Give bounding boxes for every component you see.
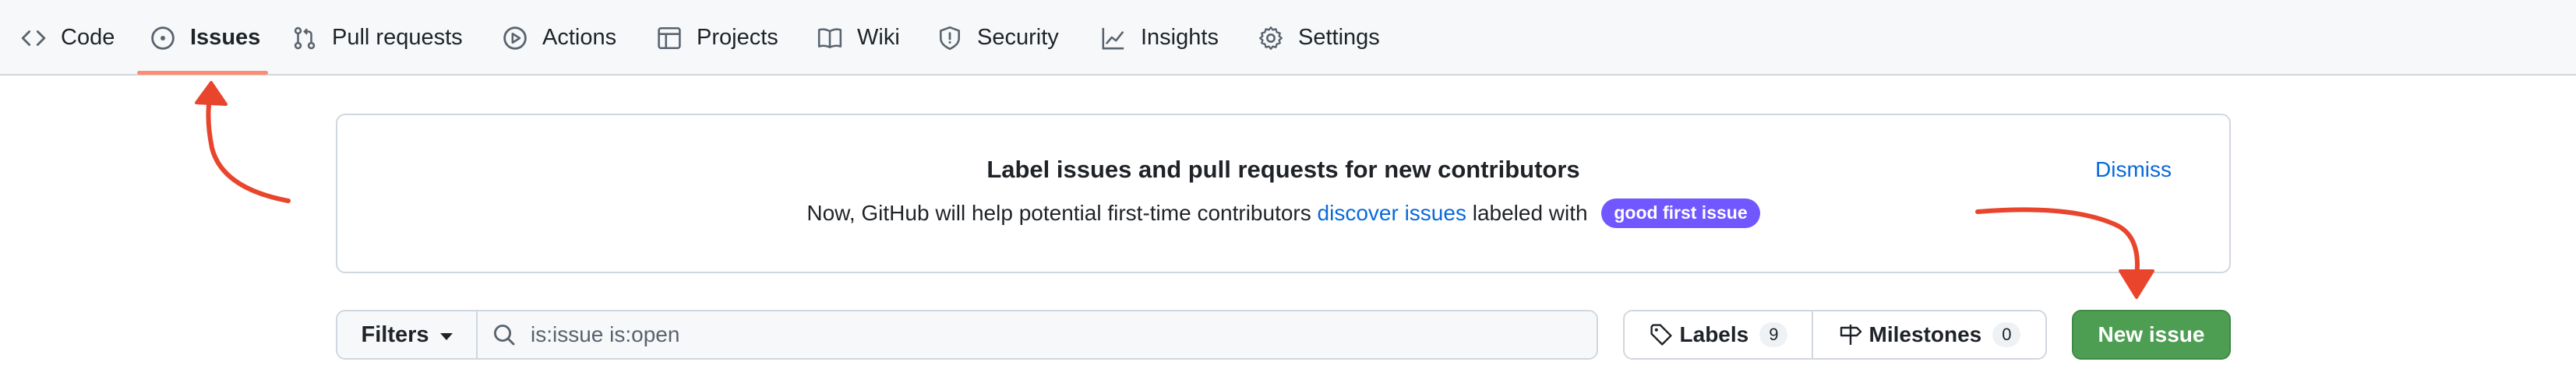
- tab-code-label: Code: [61, 25, 115, 50]
- filters-dropdown-button[interactable]: Filters: [337, 311, 478, 358]
- tab-settings-label: Settings: [1298, 25, 1380, 50]
- discover-issues-link[interactable]: discover issues: [1318, 201, 1466, 226]
- tab-wiki[interactable]: Wiki: [817, 0, 900, 76]
- search-container: [478, 311, 1597, 358]
- milestone-icon: [1840, 325, 1861, 345]
- github-repo-issues-page: Code Issues Pull requests Actions Projec…: [0, 0, 2576, 383]
- issue-opened-icon: [150, 25, 176, 51]
- labels-count-badge: 9: [1759, 322, 1788, 347]
- issue-filter-bar: Filters: [336, 310, 1598, 360]
- tab-actions-label: Actions: [542, 25, 617, 50]
- tab-projects[interactable]: Projects: [656, 0, 778, 76]
- good-first-issue-label[interactable]: good first issue: [1601, 199, 1760, 228]
- tab-insights[interactable]: Insights: [1100, 0, 1219, 76]
- tag-icon: [1650, 324, 1672, 346]
- gear-icon: [1258, 25, 1284, 51]
- tab-code[interactable]: Code: [20, 0, 115, 76]
- milestones-label: Milestones: [1868, 322, 1982, 346]
- tab-security[interactable]: Security: [937, 0, 1059, 76]
- milestones-count-badge: 0: [1992, 322, 2021, 347]
- tab-projects-label: Projects: [697, 25, 778, 50]
- tab-security-label: Security: [977, 25, 1059, 50]
- repo-nav: Code Issues Pull requests Actions Projec…: [0, 0, 2576, 76]
- milestones-button[interactable]: Milestones 0: [1813, 311, 2045, 358]
- arrow-to-issues-tab: [195, 81, 291, 203]
- tab-actions[interactable]: Actions: [502, 0, 616, 76]
- tab-insights-label: Insights: [1141, 25, 1219, 50]
- search-icon: [493, 324, 515, 346]
- tab-issues-label: Issues: [190, 25, 261, 50]
- banner-text-before: Now, GitHub will help potential first-ti…: [806, 201, 1318, 225]
- labels-button[interactable]: Labels 9: [1625, 311, 1813, 358]
- play-icon: [502, 25, 528, 51]
- filters-label: Filters: [361, 322, 429, 347]
- git-pull-request-icon: [291, 25, 318, 51]
- banner-description: Now, GitHub will help potential first-ti…: [337, 199, 2229, 228]
- tab-wiki-label: Wiki: [857, 25, 900, 50]
- good-first-issue-banner: Label issues and pull requests for new c…: [336, 114, 2231, 273]
- dismiss-button[interactable]: Dismiss: [2095, 157, 2172, 182]
- tab-settings[interactable]: Settings: [1258, 0, 1380, 76]
- caret-down-icon: [439, 332, 453, 340]
- tab-pull-requests[interactable]: Pull requests: [291, 0, 463, 76]
- banner-title: Label issues and pull requests for new c…: [986, 156, 1580, 183]
- book-icon: [817, 25, 843, 51]
- labels-label: Labels: [1679, 322, 1749, 346]
- tab-pull-requests-label: Pull requests: [332, 25, 463, 50]
- shield-icon: [937, 25, 963, 51]
- banner-text-after: labeled with: [1466, 201, 1594, 225]
- issue-search-input[interactable]: [531, 322, 1544, 347]
- new-issue-button[interactable]: New issue: [2072, 310, 2231, 360]
- labels-milestones-group: Labels 9 Milestones 0: [1623, 310, 2047, 360]
- table-icon: [656, 25, 683, 51]
- tab-issues[interactable]: Issues: [150, 0, 260, 76]
- active-tab-indicator: [137, 71, 268, 75]
- graph-icon: [1100, 25, 1127, 51]
- code-icon: [20, 25, 47, 51]
